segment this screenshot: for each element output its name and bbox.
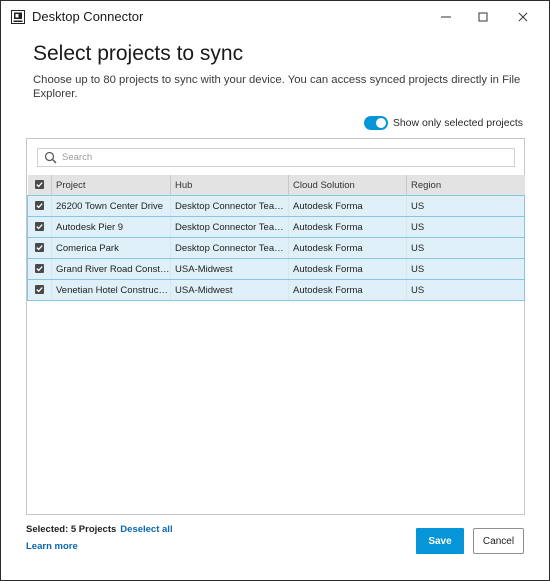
projects-table: Project Hub Cloud Solution Region 26200 … — [27, 175, 525, 301]
toggle-knob — [375, 118, 386, 128]
project-name-cell: Autodesk Pier 9 — [51, 216, 171, 238]
row-checkbox[interactable] — [35, 201, 44, 211]
region-cell: US — [406, 195, 525, 217]
minimize-button[interactable] — [429, 1, 463, 33]
checkmark-icon — [36, 203, 43, 209]
region-cell: US — [406, 237, 525, 259]
project-name-cell: Venetian Hotel Construction — [51, 279, 171, 301]
app-logo-icon — [11, 10, 25, 24]
toggle-label: Show only selected projects — [392, 117, 523, 129]
table-row[interactable]: Comerica Park Desktop Connector Team... … — [27, 237, 525, 259]
checkmark-icon — [36, 266, 43, 272]
maximize-button[interactable] — [466, 1, 500, 33]
checkmark-icon — [36, 245, 43, 251]
table-header-row: Project Hub Cloud Solution Region — [27, 175, 525, 196]
cloud-solution-cell: Autodesk Forma — [288, 258, 407, 280]
minimize-icon — [441, 16, 451, 18]
cloud-solution-cell: Autodesk Forma — [288, 195, 407, 217]
checkmark-icon — [36, 287, 43, 293]
hub-cell: USA-Midwest — [170, 279, 289, 301]
select-all-checkbox[interactable] — [34, 180, 44, 190]
table-row[interactable]: 26200 Town Center Drive Desktop Connecto… — [27, 195, 525, 217]
table-row[interactable]: Venetian Hotel Construction USA-Midwest … — [27, 279, 525, 301]
selection-summary: Selected: 5 Projects Deselect all — [26, 524, 173, 535]
select-all-checkbox-cell[interactable] — [27, 175, 52, 196]
hub-cell: USA-Midwest — [170, 258, 289, 280]
project-name-cell: Comerica Park — [51, 237, 171, 259]
selected-count: Selected: 5 Projects — [26, 524, 117, 535]
row-checkbox-cell[interactable] — [27, 258, 52, 280]
row-checkbox-cell[interactable] — [27, 195, 52, 217]
hub-cell: Desktop Connector Team... — [170, 195, 289, 217]
hub-cell: Desktop Connector Team... — [170, 237, 289, 259]
table-row[interactable]: Autodesk Pier 9 Desktop Connector Team..… — [27, 216, 525, 238]
column-header-hub[interactable]: Hub — [170, 175, 289, 196]
column-header-cloud-solution[interactable]: Cloud Solution — [288, 175, 407, 196]
checkmark-icon — [36, 224, 43, 230]
search-icon — [44, 151, 57, 164]
region-cell: US — [406, 216, 525, 238]
title-bar: Desktop Connector — [1, 1, 549, 33]
deselect-all-link[interactable]: Deselect all — [120, 524, 172, 535]
page-title: Select projects to sync — [33, 42, 244, 65]
row-checkbox-cell[interactable] — [27, 279, 52, 301]
window-title: Desktop Connector — [32, 9, 144, 24]
column-header-region[interactable]: Region — [406, 175, 525, 196]
cloud-solution-cell: Autodesk Forma — [288, 279, 407, 301]
column-header-project[interactable]: Project — [51, 175, 171, 196]
project-name-cell: Grand River Road Constru... — [51, 258, 171, 280]
row-checkbox[interactable] — [35, 264, 44, 274]
cancel-button[interactable]: Cancel — [473, 528, 524, 554]
search-input[interactable] — [62, 150, 502, 164]
row-checkbox[interactable] — [35, 285, 44, 295]
learn-more-link[interactable]: Learn more — [26, 541, 78, 552]
save-button[interactable]: Save — [416, 528, 464, 554]
table-row[interactable]: Grand River Road Constru... USA-Midwest … — [27, 258, 525, 280]
row-checkbox[interactable] — [35, 243, 44, 253]
show-selected-toggle-row: Show only selected projects — [363, 115, 523, 131]
search-box — [37, 148, 515, 167]
row-checkbox-cell[interactable] — [27, 237, 52, 259]
row-checkbox[interactable] — [35, 222, 44, 232]
projects-panel: Project Hub Cloud Solution Region 26200 … — [26, 138, 525, 515]
desktop-connector-window: Desktop Connector Select projects to syn… — [0, 0, 550, 581]
row-checkbox-cell[interactable] — [27, 216, 52, 238]
cloud-solution-cell: Autodesk Forma — [288, 237, 407, 259]
page-description: Choose up to 80 projects to sync with yo… — [33, 74, 521, 100]
checkmark-icon — [36, 182, 43, 188]
cloud-solution-cell: Autodesk Forma — [288, 216, 407, 238]
project-name-cell: 26200 Town Center Drive — [51, 195, 171, 217]
region-cell: US — [406, 258, 525, 280]
region-cell: US — [406, 279, 525, 301]
maximize-icon — [478, 12, 488, 22]
close-icon — [518, 12, 528, 22]
hub-cell: Desktop Connector Team... — [170, 216, 289, 238]
show-selected-toggle[interactable] — [363, 116, 388, 130]
close-button[interactable] — [506, 1, 540, 33]
